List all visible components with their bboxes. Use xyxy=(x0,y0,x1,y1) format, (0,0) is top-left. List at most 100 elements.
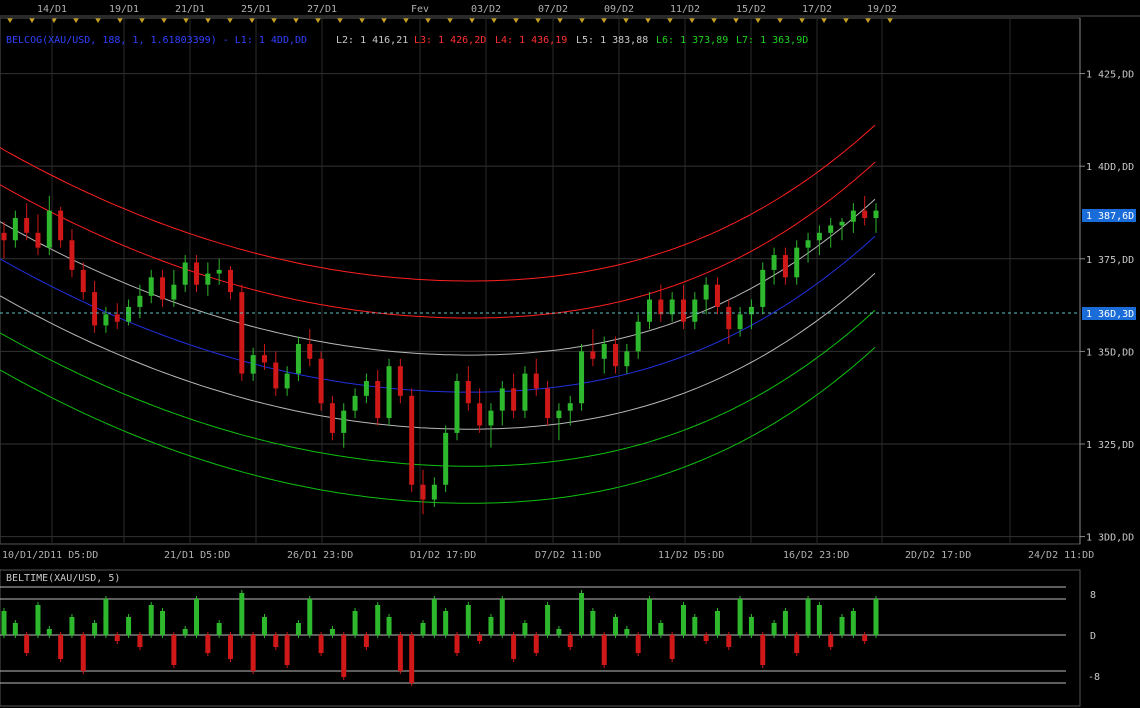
beltime-bar xyxy=(80,635,86,671)
candle-body xyxy=(375,381,381,419)
top-date-label: 25/D1 xyxy=(241,4,271,15)
top-date-label: 27/D1 xyxy=(307,4,337,15)
candle-body xyxy=(273,362,279,389)
beltime-bar xyxy=(794,635,800,653)
legend-l7: L7: 1 363,9D xyxy=(736,35,808,46)
y-tick-label: 1 375,DD xyxy=(1086,255,1134,266)
candle-body xyxy=(397,366,403,396)
candle-body xyxy=(69,240,75,270)
candle-body xyxy=(499,388,505,411)
beltime-bar xyxy=(261,617,267,635)
candle-body xyxy=(160,277,166,300)
candle-body xyxy=(488,410,494,426)
candle-body xyxy=(624,351,630,367)
bottom-date-label: D1/D2 17:DD xyxy=(410,550,476,561)
beltime-bar xyxy=(160,611,166,635)
candle-body xyxy=(828,225,834,233)
legend-l4: L4: 1 436,19 xyxy=(495,35,567,46)
beltime-bar xyxy=(1,611,7,635)
top-date-label: 03/D2 xyxy=(471,4,501,15)
beltime-bar xyxy=(341,635,347,677)
beltime-bar xyxy=(760,635,766,665)
candle-body xyxy=(794,247,800,278)
candle-body xyxy=(635,321,641,352)
beltime-bar xyxy=(647,599,653,635)
bottom-date-label: 11/D2 D5:DD xyxy=(658,550,724,561)
candle-body xyxy=(760,269,766,307)
candle-body xyxy=(103,314,109,326)
top-date-label: 19/D1 xyxy=(109,4,139,15)
candle-body xyxy=(1,232,7,241)
y-tick-label: 1 35D,DD xyxy=(1086,347,1134,358)
bottom-date-label: D7/D2 11:DD xyxy=(535,550,601,561)
candle-body xyxy=(194,262,200,285)
beltime-bar xyxy=(227,635,233,659)
sub-legend: BELTIME(XAU/USD, 5) xyxy=(6,573,120,584)
candle-body xyxy=(171,284,177,300)
beltime-bar xyxy=(477,635,483,641)
candle-body xyxy=(205,273,211,285)
candle-body xyxy=(284,373,290,389)
y-tick-label: 1 4DD,DD xyxy=(1086,162,1134,173)
top-date-label: 11/D2 xyxy=(670,4,700,15)
bottom-date-label: 21/D1 D5:DD xyxy=(164,550,230,561)
beltime-bar xyxy=(533,635,539,653)
candle-body xyxy=(522,373,528,411)
candle-body xyxy=(579,351,585,404)
bottom-date-label: 16/D2 23:DD xyxy=(783,550,849,561)
beltime-bar xyxy=(103,599,109,635)
candle-body xyxy=(24,218,30,233)
beltime-bar xyxy=(114,635,120,641)
beltime-bar xyxy=(873,599,879,635)
candle-body xyxy=(35,232,41,248)
candle-body xyxy=(692,299,698,322)
candle-body xyxy=(669,299,675,315)
candle-body xyxy=(782,255,788,278)
candle-body xyxy=(771,255,777,270)
beltime-bar xyxy=(658,623,664,635)
bottom-date-label: 24/D2 11:DD xyxy=(1028,550,1094,561)
beltime-bar xyxy=(601,635,607,665)
beltime-bar xyxy=(205,635,211,653)
candle-body xyxy=(567,403,573,411)
beltime-bar xyxy=(92,623,98,635)
top-date-label: 19/D2 xyxy=(867,4,897,15)
beltime-bar xyxy=(363,635,369,647)
price-chart[interactable]: 14/D1 19/D1 21/D1 25/D1 27/D1 Fev 03/D2 … xyxy=(0,0,1140,708)
candle-body xyxy=(250,355,256,374)
beltime-bar xyxy=(35,605,41,635)
candle-body xyxy=(341,410,347,433)
candle-body xyxy=(126,306,132,322)
candle-body xyxy=(227,269,233,293)
beltime-bar xyxy=(431,599,437,635)
beltime-bar xyxy=(613,617,619,635)
sub-axis-label: -8 xyxy=(1088,672,1100,683)
candle-body xyxy=(261,355,267,363)
candle-body xyxy=(454,381,460,433)
candle-body xyxy=(182,262,188,285)
last-price-label: 1 387,6D xyxy=(1086,211,1134,222)
candle-body xyxy=(386,366,392,419)
candle-body xyxy=(873,210,879,219)
beltime-bar xyxy=(567,635,573,647)
beltime-bar xyxy=(46,629,52,635)
beltime-bar xyxy=(69,617,75,635)
bottom-date-label: 26/D1 23:DD xyxy=(287,550,353,561)
beltime-bar xyxy=(409,635,415,683)
beltime-bar xyxy=(669,635,675,659)
legend-l5: L5: 1 383,88 xyxy=(576,35,648,46)
beltime-bar xyxy=(782,611,788,635)
candle-body xyxy=(420,484,426,500)
candle-body xyxy=(805,240,811,248)
candle-body xyxy=(590,351,596,359)
candle-body xyxy=(601,343,607,359)
beltime-bar xyxy=(386,617,392,635)
beltime-bar xyxy=(522,623,528,635)
bottom-date-label: 2D/D2 17:DD xyxy=(905,550,971,561)
top-date-label: 07/D2 xyxy=(538,4,568,15)
beltime-bar xyxy=(748,617,754,635)
beltime-bar xyxy=(862,635,868,641)
candle-body xyxy=(658,299,664,315)
candle-body xyxy=(647,299,653,322)
candle-body xyxy=(431,484,437,500)
